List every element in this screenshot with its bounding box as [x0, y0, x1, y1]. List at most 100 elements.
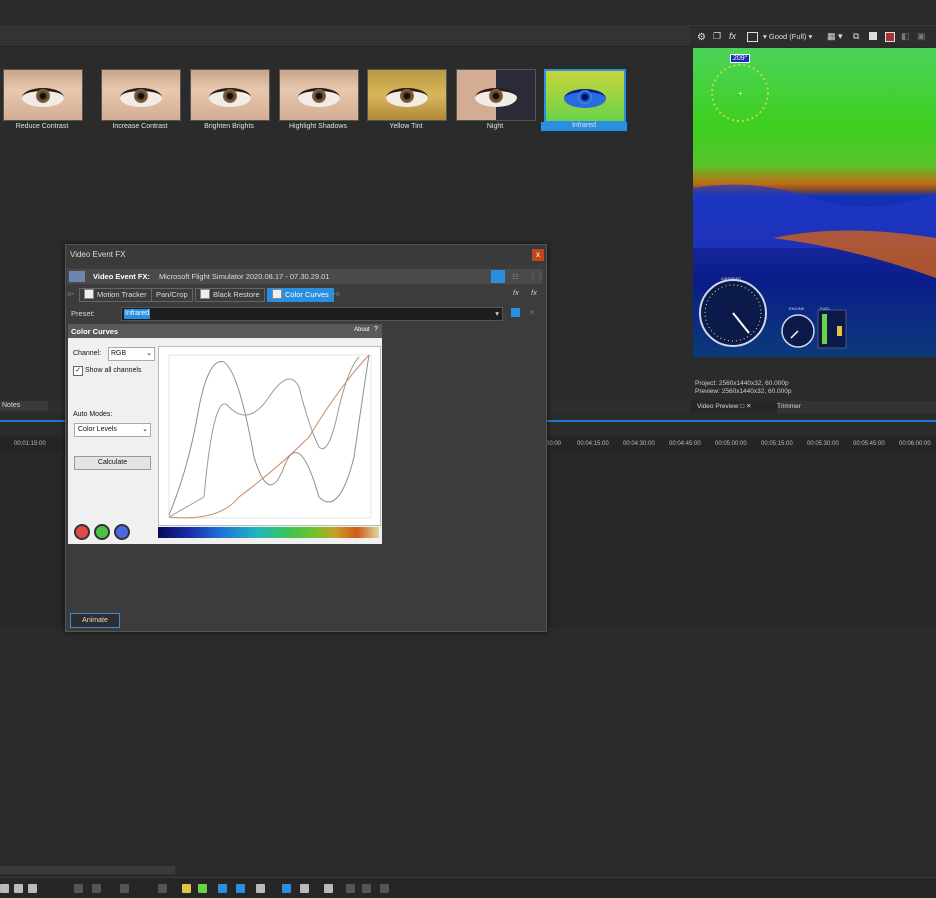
delete-preset-icon[interactable]: ✕	[529, 308, 535, 317]
auto-ripple-icon[interactable]	[236, 884, 245, 893]
fx-preset-thumbnail[interactable]	[3, 69, 83, 121]
tab-notes[interactable]: Notes	[0, 401, 48, 411]
auto-modes-select[interactable]: Color Levels ⌄	[74, 423, 151, 437]
copy-icon[interactable]: ❐	[713, 31, 721, 42]
animate-button[interactable]: Animate	[70, 613, 120, 628]
snap-icon[interactable]	[218, 884, 227, 893]
fx-preset-label: Brighten Brights	[204, 123, 254, 130]
ruler-time: 00:05:15:00	[761, 441, 793, 447]
trim-icon[interactable]	[346, 884, 355, 893]
dialog-title: Video Event FX	[70, 250, 126, 259]
top-menu-bar	[0, 0, 936, 26]
fx-preset-thumbnail[interactable]	[101, 69, 181, 121]
copy-icon[interactable]	[92, 884, 101, 893]
fx-preset-thumbnail[interactable]	[279, 69, 359, 121]
ruler-time: 00:05:30:00	[807, 441, 839, 447]
project-info: Project: 2560x1440x32, 60.000p	[695, 380, 789, 387]
select-tool-icon[interactable]	[14, 884, 23, 893]
tab-video-preview[interactable]: Video Preview □ ✕	[691, 401, 777, 413]
fx-preset-label: Yellow Tint	[389, 123, 423, 130]
about-link[interactable]: About	[354, 327, 370, 333]
split-screen-icon[interactable]	[747, 32, 758, 42]
fx-preset-label: Infrared	[541, 122, 627, 131]
zoom-tool-icon[interactable]	[28, 884, 37, 893]
channel-select[interactable]: RGB ⌄	[108, 347, 155, 361]
tab-trimmer[interactable]: Trimmer	[777, 401, 801, 413]
quality-label: Good (Full)	[768, 32, 807, 41]
chevron-down-icon: ⌄	[142, 426, 148, 433]
nudge-icon[interactable]	[362, 884, 371, 893]
color-curves-chain-label: Color Curves	[285, 290, 329, 299]
color-curves-header: Color Curves About ?	[68, 324, 382, 338]
lock-envelopes-icon[interactable]	[282, 884, 291, 893]
normalize-icon[interactable]	[380, 884, 389, 893]
motion-tracker-checkbox[interactable]	[84, 289, 94, 300]
chain-pan-crop[interactable]: Pan/Crop	[151, 288, 193, 302]
fx-preset-thumbnail[interactable]	[456, 69, 536, 121]
ripple-mode-icon[interactable]	[256, 884, 265, 893]
undock-icon[interactable]: □	[740, 403, 744, 410]
preview-tabs: Video Preview □ ✕ Trimmer	[691, 401, 936, 413]
preset-label: Preset:	[71, 309, 95, 318]
chain-black-restore[interactable]: Black Restore	[195, 288, 265, 302]
paste-icon[interactable]	[120, 884, 129, 893]
calculate-button[interactable]: Calculate	[74, 456, 151, 470]
fx-browser-toolbar	[0, 25, 690, 47]
gear-icon[interactable]: ⚙	[697, 32, 706, 43]
split-icon[interactable]	[324, 884, 333, 893]
fx-preset-thumbnail[interactable]	[367, 69, 447, 121]
save-preset-icon[interactable]	[511, 308, 520, 317]
preset-row: Preset: Infrared ▾ ✕	[67, 306, 543, 321]
pan-crop-label: Pan/Crop	[156, 290, 188, 299]
timeline-scrollbar[interactable]	[0, 866, 175, 874]
chain-motion-tracker[interactable]: Motion Tracker	[79, 288, 152, 302]
group-icon[interactable]	[300, 884, 309, 893]
fx-preset-label: Night	[486, 123, 504, 130]
overlay-icon[interactable]: ◧	[901, 31, 910, 42]
grid-icon[interactable]: ▦ ▾	[827, 31, 843, 42]
fx-preset-label: Reduce Contrast	[15, 123, 69, 130]
blue-channel-icon[interactable]	[114, 524, 130, 540]
fx-icon[interactable]: fx	[729, 31, 736, 41]
auto-modes-label: Auto Modes:	[73, 411, 113, 418]
dialog-title-bar[interactable]: Video Event FX x	[66, 245, 546, 265]
external-monitor-icon[interactable]: ▣	[917, 31, 926, 42]
remove-plugin-icon[interactable]: fx	[531, 288, 537, 297]
channel-label: Channel:	[73, 350, 102, 357]
color-curves-checkbox[interactable]	[272, 289, 282, 300]
save-snapshot-icon[interactable]	[869, 32, 877, 40]
grid-view-icon[interactable]: ⋮⋮	[529, 272, 544, 281]
lock-icon[interactable]	[158, 884, 167, 893]
black-restore-checkbox[interactable]	[200, 289, 210, 300]
lower-empty-area	[0, 627, 936, 865]
copy-frame-icon[interactable]: ⧉	[853, 31, 859, 42]
show-all-checkbox[interactable]: ✓	[73, 366, 83, 376]
red-channel-icon[interactable]	[74, 524, 90, 540]
chevron-down-icon: ▾	[495, 309, 499, 318]
curves-graph[interactable]	[158, 346, 381, 526]
chain-color-curves[interactable]: Color Curves	[267, 288, 334, 302]
marker-icon[interactable]	[182, 884, 191, 893]
record-icon[interactable]	[885, 32, 895, 42]
preview-resolution: Preview: 2560x1440x32, 60.000p	[695, 388, 792, 395]
help-icon[interactable]: ?	[374, 326, 378, 333]
preset-value: Infrared	[124, 309, 151, 319]
chain-view-icon[interactable]	[491, 270, 505, 283]
green-channel-icon[interactable]	[94, 524, 110, 540]
ruler-time: 00:00	[546, 441, 562, 447]
gear-icon[interactable]	[0, 884, 9, 893]
fx-preset-thumbnail[interactable]	[544, 69, 626, 123]
close-icon[interactable]: ✕	[746, 403, 751, 410]
channel-value: RGB	[111, 350, 127, 357]
quality-dropdown[interactable]: ▾ Good (Full) ▾	[763, 32, 812, 41]
preset-dropdown[interactable]: Infrared ▾	[121, 307, 503, 321]
fx-preset-thumbnail[interactable]	[190, 69, 270, 121]
close-button[interactable]: x	[532, 249, 544, 261]
list-view-icon[interactable]: ☷	[512, 272, 519, 281]
plugin-chooser-icon[interactable]: fx	[513, 288, 519, 297]
region-icon[interactable]	[198, 884, 207, 893]
film-icon	[69, 271, 85, 282]
fx-header: Video Event FX: Microsoft Flight Simulat…	[67, 269, 544, 284]
chain-end-icon: -○	[333, 289, 341, 298]
cut-icon[interactable]	[74, 884, 83, 893]
